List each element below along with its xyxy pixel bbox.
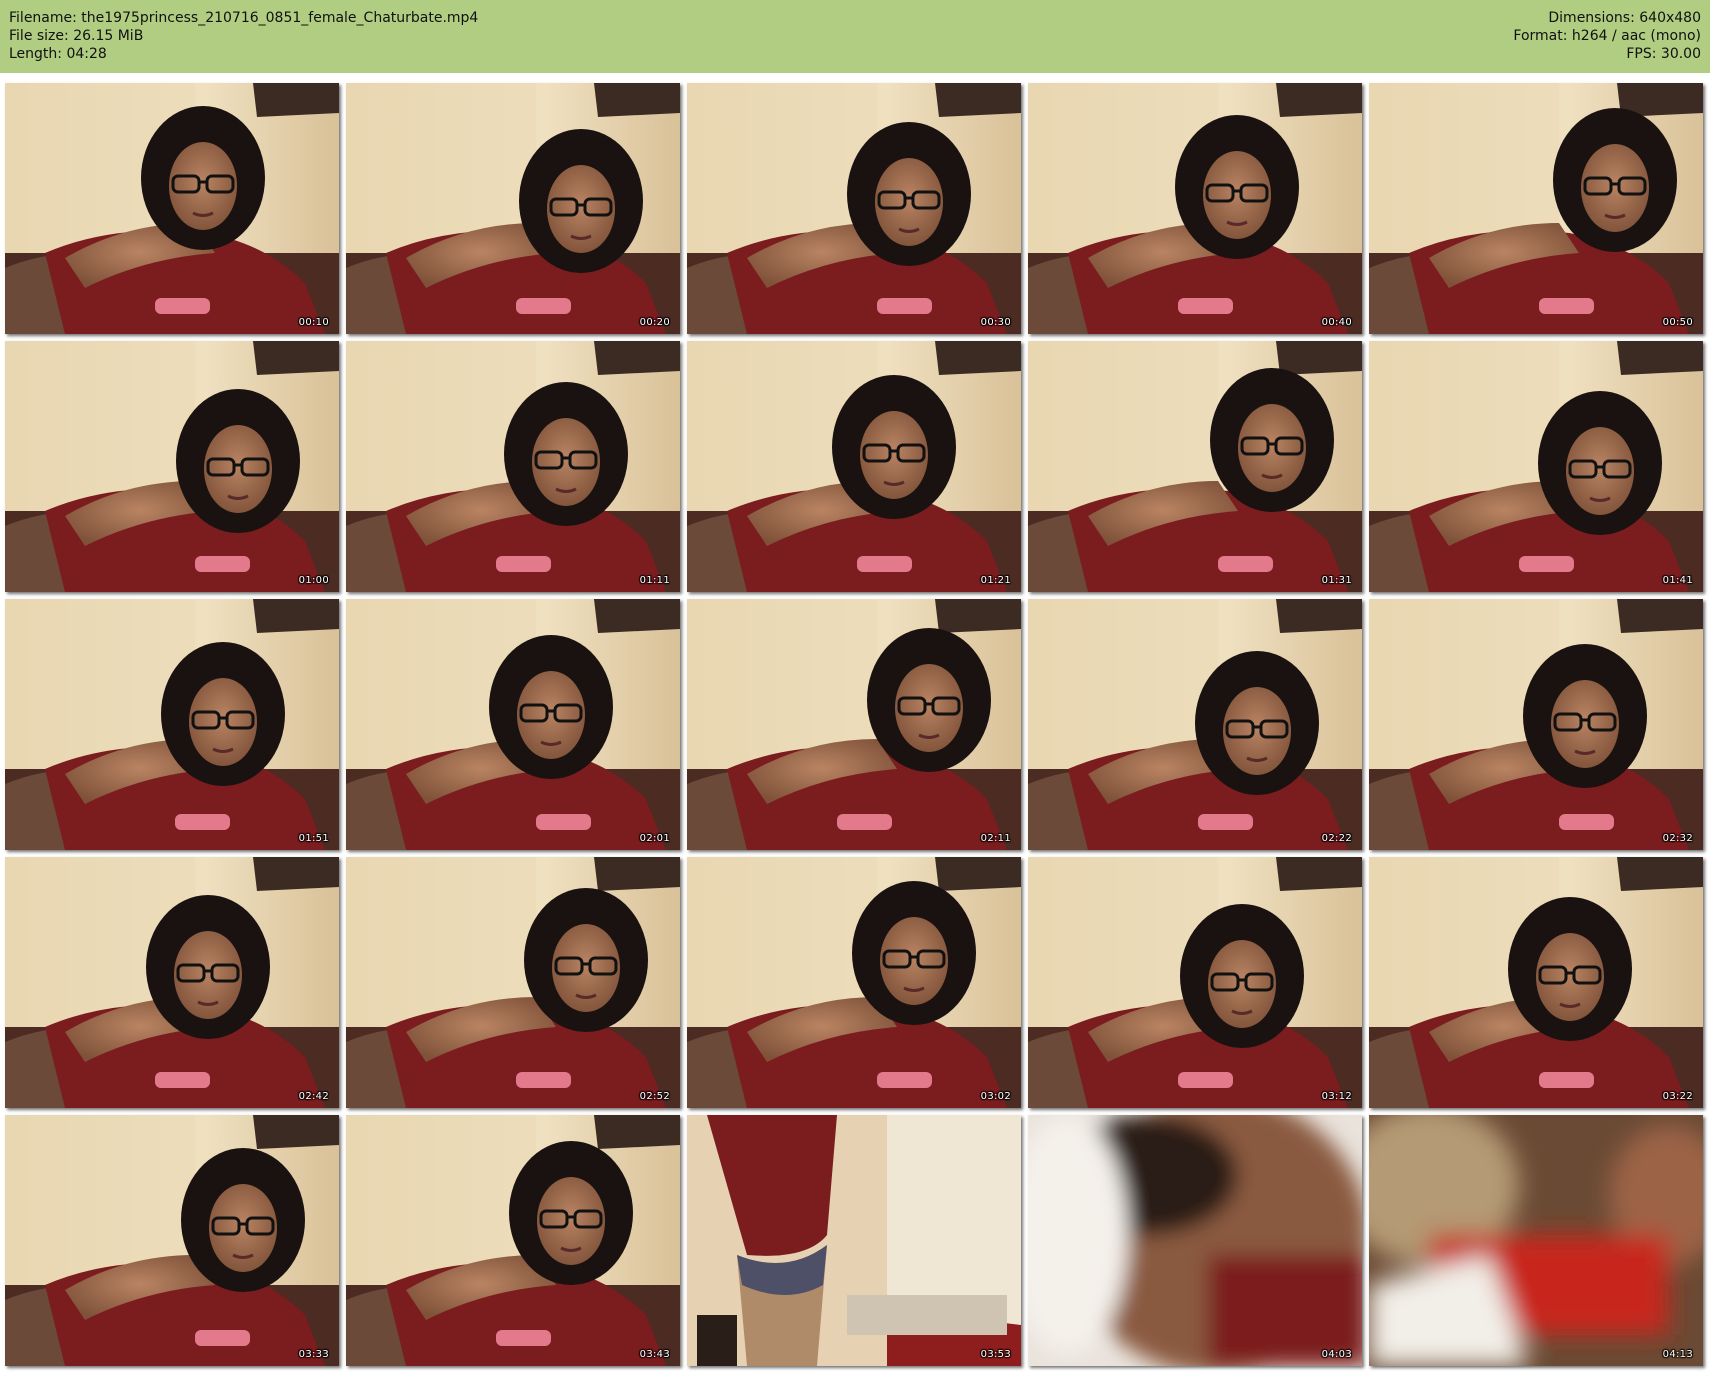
length-text: Length: 04:28	[9, 46, 107, 62]
video-thumbnail: 03:53	[687, 1115, 1021, 1366]
thumbnail-timestamp: 03:53	[980, 1349, 1011, 1360]
thumbnail-frame-image	[5, 599, 339, 850]
thumbnail-timestamp: 04:13	[1662, 1349, 1693, 1360]
thumbnail-timestamp: 02:52	[639, 1091, 670, 1102]
file-info-left: Filename: the1975princess_210716_0851_fe…	[9, 9, 478, 63]
thumbnail-timestamp: 02:32	[1662, 833, 1693, 844]
video-thumbnail: 00:20	[346, 83, 680, 334]
video-thumbnail: 01:41	[1369, 341, 1703, 592]
info-header: Filename: the1975princess_210716_0851_fe…	[0, 0, 1710, 73]
video-thumbnail: 01:51	[5, 599, 339, 850]
file-info-right: Dimensions: 640x480 Format: h264 / aac (…	[1513, 9, 1701, 63]
thumbnail-timestamp: 03:12	[1321, 1091, 1352, 1102]
thumbnail-timestamp: 02:22	[1321, 833, 1352, 844]
video-thumbnail: 03:33	[5, 1115, 339, 1366]
thumbnail-frame-image	[346, 341, 680, 592]
thumbnail-frame-image	[1369, 1115, 1703, 1366]
video-thumbnail: 03:22	[1369, 857, 1703, 1108]
thumbnail-timestamp: 04:03	[1321, 1349, 1352, 1360]
thumbnail-frame-image	[5, 1115, 339, 1366]
thumbnail-timestamp: 03:43	[639, 1349, 670, 1360]
video-thumbnail: 01:21	[687, 341, 1021, 592]
thumbnail-timestamp: 03:02	[980, 1091, 1011, 1102]
video-thumbnail: 00:10	[5, 83, 339, 334]
thumbnail-frame-image	[5, 341, 339, 592]
video-thumbnail: 04:13	[1369, 1115, 1703, 1366]
video-thumbnail: 02:52	[346, 857, 680, 1108]
thumbnail-frame-image	[346, 857, 680, 1108]
thumbnail-frame-image	[687, 599, 1021, 850]
format-text: Format: h264 / aac (mono)	[1513, 28, 1701, 44]
thumbnail-frame-image	[687, 341, 1021, 592]
file-size-text: File size: 26.15 MiB	[9, 28, 144, 44]
thumbnail-frame-image	[346, 1115, 680, 1366]
video-thumbnail: 03:12	[1028, 857, 1362, 1108]
thumbnail-timestamp: 02:11	[980, 833, 1011, 844]
thumbnail-frame-image	[1028, 1115, 1362, 1366]
thumbnail-frame-image	[1369, 341, 1703, 592]
thumbnail-frame-image	[1028, 341, 1362, 592]
thumbnail-timestamp: 01:31	[1321, 575, 1352, 586]
thumbnail-timestamp: 00:10	[298, 317, 329, 328]
thumbnail-frame-image	[1028, 599, 1362, 850]
video-thumbnail: 02:11	[687, 599, 1021, 850]
thumbnail-timestamp: 01:41	[1662, 575, 1693, 586]
video-thumbnail: 03:43	[346, 1115, 680, 1366]
thumbnail-timestamp: 01:00	[298, 575, 329, 586]
video-thumbnail: 01:31	[1028, 341, 1362, 592]
video-thumbnail: 02:01	[346, 599, 680, 850]
thumbnail-timestamp: 02:01	[639, 833, 670, 844]
video-thumbnail: 01:11	[346, 341, 680, 592]
thumbnail-frame-image	[1028, 857, 1362, 1108]
filename-text: Filename: the1975princess_210716_0851_fe…	[9, 10, 479, 26]
thumbnail-timestamp: 03:22	[1662, 1091, 1693, 1102]
thumbnail-timestamp: 00:20	[639, 317, 670, 328]
video-thumbnail: 03:02	[687, 857, 1021, 1108]
thumbnail-timestamp: 00:40	[1321, 317, 1352, 328]
video-thumbnail: 04:03	[1028, 1115, 1362, 1366]
thumbnail-frame-image	[346, 83, 680, 334]
video-thumbnail: 00:40	[1028, 83, 1362, 334]
thumbnail-frame-image	[5, 857, 339, 1108]
video-thumbnail: 02:32	[1369, 599, 1703, 850]
thumbnail-timestamp: 00:50	[1662, 317, 1693, 328]
video-thumbnail: 02:22	[1028, 599, 1362, 850]
thumbnail-frame-image	[687, 83, 1021, 334]
thumbnail-frame-image	[687, 857, 1021, 1108]
thumbnail-frame-image	[687, 1115, 1021, 1366]
thumbnail-timestamp: 03:33	[298, 1349, 329, 1360]
thumbnail-timestamp: 02:42	[298, 1091, 329, 1102]
thumbnail-timestamp: 01:11	[639, 575, 670, 586]
thumbnail-frame-image	[1369, 857, 1703, 1108]
dimensions-text: Dimensions: 640x480	[1548, 10, 1701, 26]
thumbnail-grid: 00:10 00:20 00:30 00:40 00:50 01:00 01:1…	[5, 83, 1705, 1366]
video-thumbnail: 00:50	[1369, 83, 1703, 334]
thumbnail-frame-image	[1028, 83, 1362, 334]
thumbnail-timestamp: 01:51	[298, 833, 329, 844]
thumbnail-frame-image	[5, 83, 339, 334]
thumbnail-frame-image	[346, 599, 680, 850]
thumbnail-timestamp: 00:30	[980, 317, 1011, 328]
video-thumbnail: 00:30	[687, 83, 1021, 334]
video-thumbnail: 02:42	[5, 857, 339, 1108]
thumbnail-timestamp: 01:21	[980, 575, 1011, 586]
thumbnail-frame-image	[1369, 83, 1703, 334]
thumbnail-frame-image	[1369, 599, 1703, 850]
video-thumbnail: 01:00	[5, 341, 339, 592]
fps-text: FPS: 30.00	[1626, 46, 1701, 62]
